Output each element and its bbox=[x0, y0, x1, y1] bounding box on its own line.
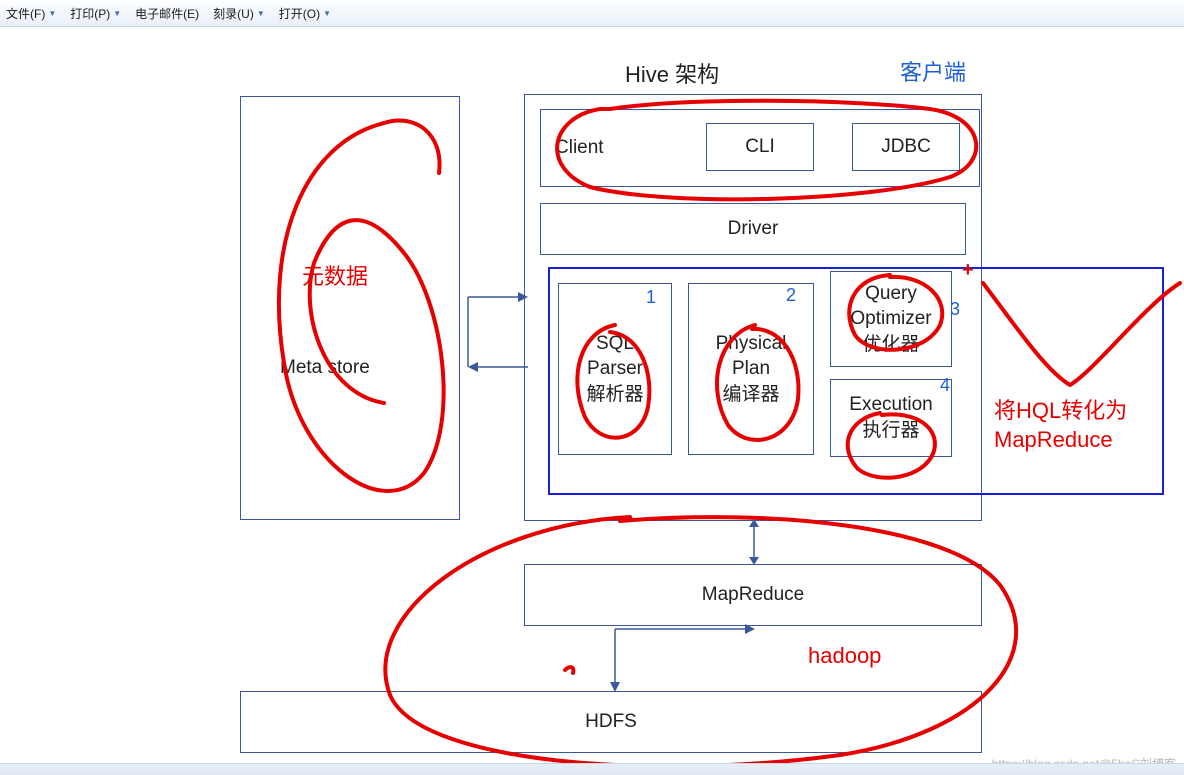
menu-open[interactable]: 打开(O)▼ bbox=[279, 5, 331, 22]
chevron-down-icon: ▼ bbox=[323, 9, 331, 18]
arrow-mapreduce-hdfs bbox=[595, 624, 755, 694]
hdfs-label: HDFS bbox=[585, 711, 637, 733]
menu-open-label: 打开(O) bbox=[279, 5, 320, 22]
chevron-down-icon: ▼ bbox=[48, 9, 56, 18]
num-1: 1 bbox=[646, 287, 656, 308]
diagram-title: Hive 架构 bbox=[625, 57, 719, 89]
hdfs-box: HDFS bbox=[240, 691, 982, 753]
jdbc-box: JDBC bbox=[852, 123, 960, 171]
jdbc-label: JDBC bbox=[881, 136, 931, 158]
driver-label: Driver bbox=[728, 218, 779, 240]
toolbar: 文件(F)▼ 打印(P)▼ 电子邮件(E) 刻录(U)▼ 打开(O)▼ bbox=[0, 0, 1184, 27]
ann-hadoop: hadoop bbox=[808, 643, 881, 669]
driver-box: Driver bbox=[540, 203, 966, 255]
ann-hql: 将HQL转化为 MapReduce bbox=[994, 397, 1127, 454]
arrow-hive-mapreduce bbox=[744, 519, 764, 565]
menu-file-label: 文件(F) bbox=[6, 5, 45, 22]
ann-client: 客户端 bbox=[900, 55, 966, 87]
metastore-container bbox=[240, 96, 460, 520]
chevron-down-icon: ▼ bbox=[113, 9, 121, 18]
mapreduce-box: MapReduce bbox=[524, 564, 982, 626]
ann-plus: + bbox=[962, 259, 974, 282]
highlight-rect bbox=[548, 267, 1164, 495]
menu-file[interactable]: 文件(F)▼ bbox=[6, 5, 56, 22]
menu-burn-label: 刻录(U) bbox=[213, 5, 254, 22]
menu-email[interactable]: 电子邮件(E) bbox=[135, 5, 199, 22]
footer-bar bbox=[0, 763, 1184, 775]
cli-box: CLI bbox=[706, 123, 814, 171]
diagram-canvas: Hive 架构 Meta store Client CLI JDBC Drive… bbox=[0, 27, 1184, 775]
ann-hql-l1: 将HQL转化为 bbox=[994, 397, 1127, 426]
cli-label: CLI bbox=[745, 136, 775, 158]
menu-email-label: 电子邮件(E) bbox=[135, 5, 199, 22]
ann-hql-l2: MapReduce bbox=[994, 426, 1127, 455]
num-3: 3 bbox=[950, 299, 960, 320]
num-4: 4 bbox=[940, 375, 950, 396]
arrow-metastore-hive bbox=[458, 287, 528, 377]
client-label: Client bbox=[555, 137, 604, 159]
metastore-label: Meta store bbox=[280, 357, 370, 379]
chevron-down-icon: ▼ bbox=[257, 9, 265, 18]
ann-metadata: 元数据 bbox=[302, 259, 368, 291]
menu-burn[interactable]: 刻录(U)▼ bbox=[213, 5, 265, 22]
menu-print[interactable]: 打印(P)▼ bbox=[70, 5, 121, 22]
menu-print-label: 打印(P) bbox=[70, 5, 110, 22]
num-2: 2 bbox=[786, 285, 796, 306]
mapreduce-label: MapReduce bbox=[702, 584, 804, 606]
